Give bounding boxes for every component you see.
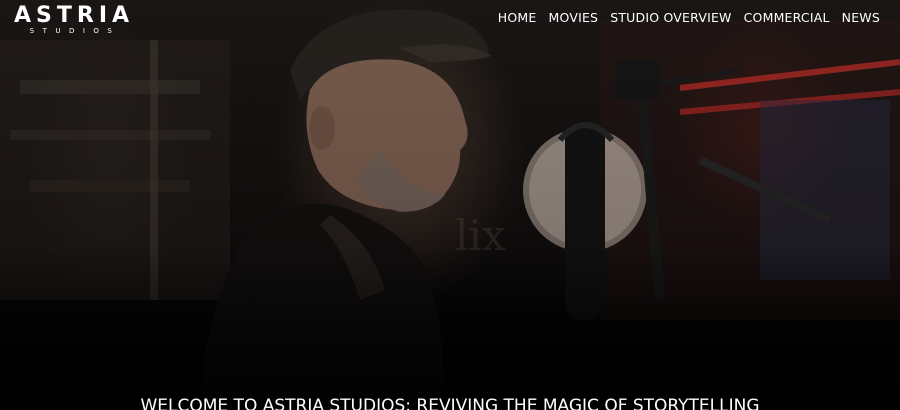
main-navigation: HOME MOVIES STUDIO OVERVIEW COMMERCIAL N…	[486, 10, 880, 25]
logo-wordmark: ASTRIA	[14, 3, 135, 28]
astria-studios-logo[interactable]: ASTRIA STUDIOS	[14, 5, 134, 36]
nav-item-commercial[interactable]: COMMERCIAL	[732, 10, 830, 25]
nav-item-news[interactable]: NEWS	[830, 10, 880, 25]
nav-item-studio-overview[interactable]: STUDIO OVERVIEW	[598, 10, 731, 25]
hero-dark-overlay	[0, 0, 900, 410]
hero-headline: WELCOME TO ASTRIA STUDIOS: REVIVING THE …	[140, 396, 760, 410]
nav-item-home[interactable]: HOME	[486, 10, 537, 25]
logo-subtitle: STUDIOS	[29, 27, 121, 35]
hero-section: lix ASTRIA STUDIOS HOME MOVIES STUDIO OV…	[0, 0, 900, 410]
nav-item-movies[interactable]: MOVIES	[537, 10, 599, 25]
